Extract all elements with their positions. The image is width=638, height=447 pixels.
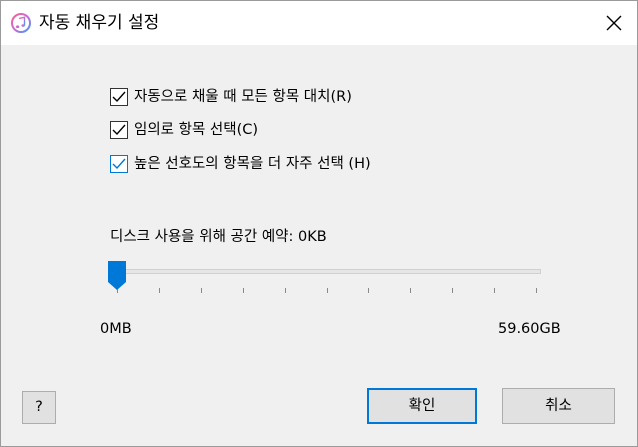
random-select-label: 임의로 항목 선택(C) (134, 122, 259, 138)
prefer-rated-label: 높은 선호도의 항목을 더 자주 선택 (H) (134, 156, 371, 172)
slider-tick (452, 288, 454, 293)
slider-min-label: 0MB (100, 321, 132, 337)
dialog-title: 자동 채우기 설정 (39, 13, 160, 33)
cancel-button[interactable]: 취소 (502, 388, 615, 424)
slider-tick (242, 288, 244, 293)
disk-slider-thumb[interactable] (107, 260, 127, 291)
replace-all-checkbox[interactable] (110, 88, 128, 106)
slider-tick (284, 288, 286, 293)
ok-button[interactable]: 확인 (367, 388, 477, 424)
autofill-settings-dialog: 자동 채우기 설정 자동으로 채울 때 모든 항목 대치(R) 임의로 항목 선… (0, 0, 638, 447)
slider-tick (326, 288, 328, 293)
slider-tick (368, 288, 370, 293)
disk-reserve-label: 디스크 사용을 위해 공간 예약: 0KB (110, 229, 327, 245)
close-icon (606, 15, 622, 31)
replace-all-label: 자동으로 채울 때 모든 항목 대치(R) (134, 89, 352, 105)
slider-tick (410, 288, 412, 293)
checkmark-icon (112, 124, 126, 136)
random-select-checkbox[interactable] (110, 121, 128, 139)
slider-tick (494, 288, 496, 293)
itunes-icon (11, 13, 31, 33)
disk-slider-track[interactable] (113, 269, 541, 274)
slider-max-label: 59.60GB (498, 321, 561, 337)
title-bar: 자동 채우기 설정 (1, 1, 637, 45)
checkmark-icon (112, 158, 126, 170)
close-button[interactable] (591, 1, 637, 45)
checkmark-icon (112, 91, 126, 103)
slider-tick (200, 288, 202, 293)
slider-tick (158, 288, 160, 293)
help-button[interactable]: ? (22, 391, 56, 424)
slider-tick (536, 288, 537, 293)
prefer-rated-checkbox[interactable] (110, 155, 128, 173)
slider-thumb-icon (108, 261, 126, 290)
